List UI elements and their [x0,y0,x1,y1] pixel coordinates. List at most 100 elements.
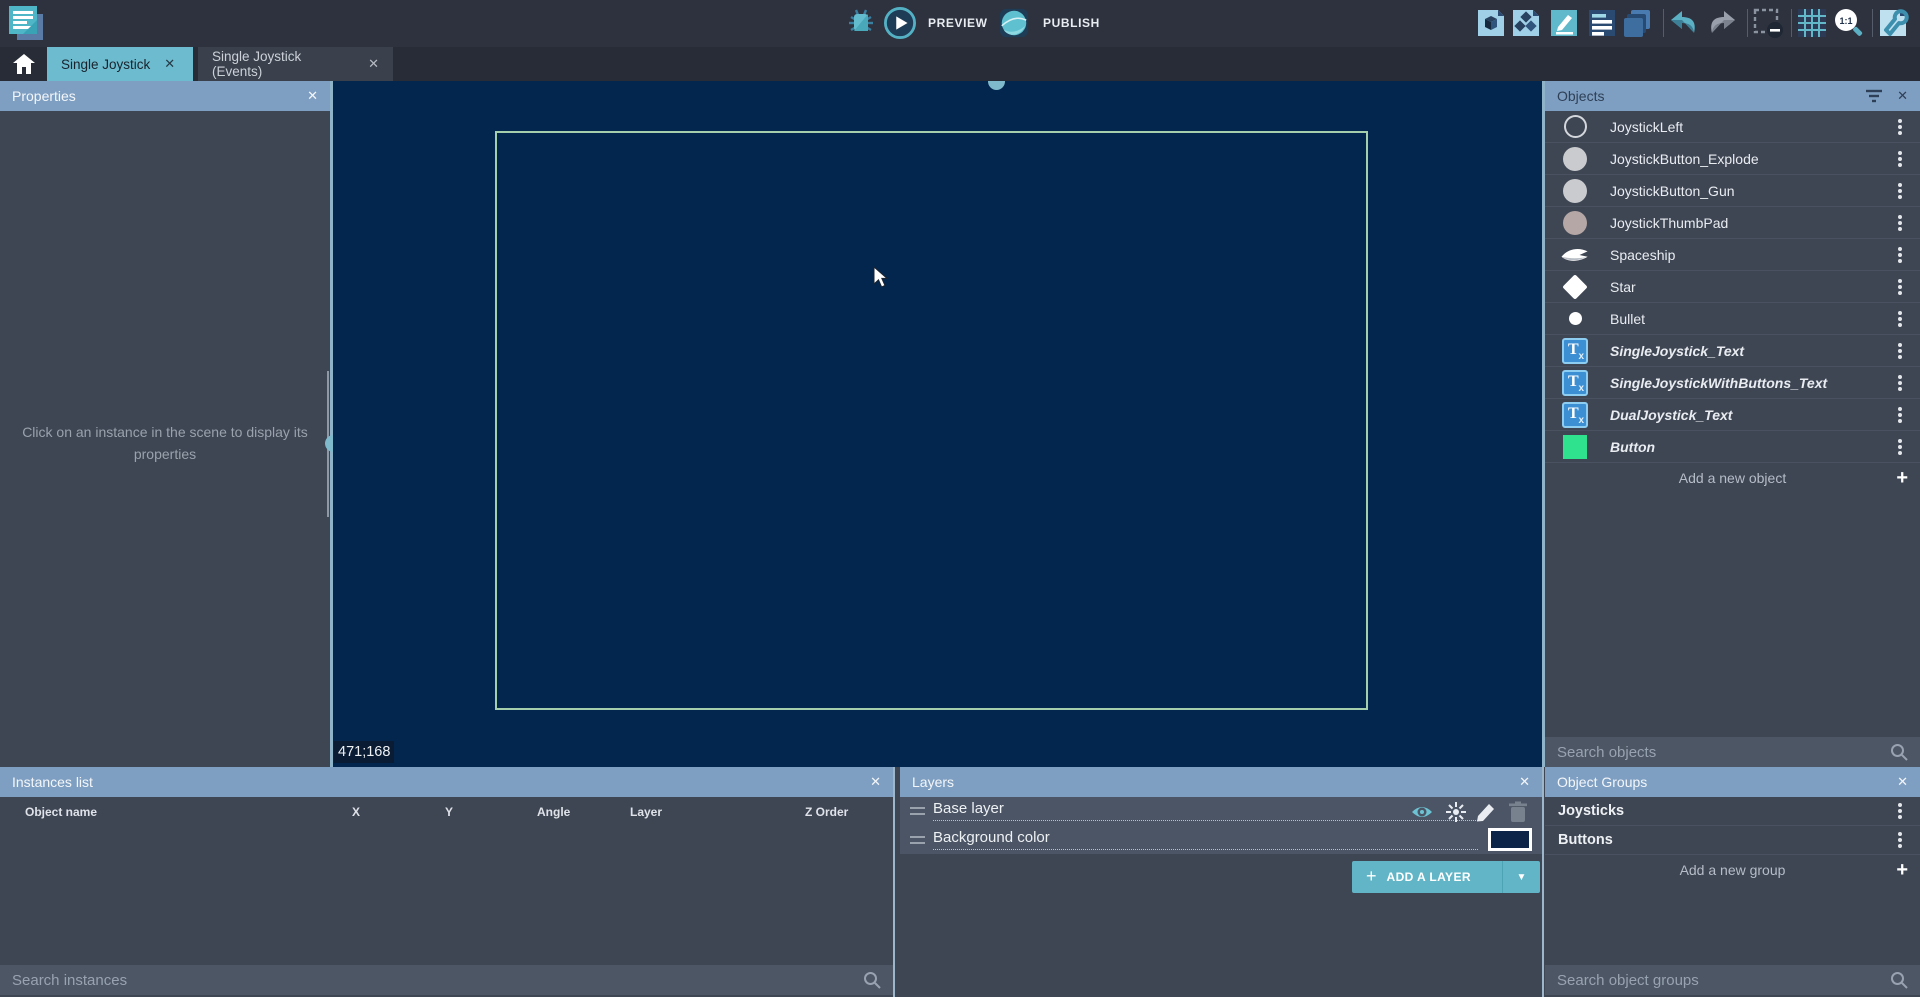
layers-panel: Layers ✕ Base layer Background color [900,767,1542,997]
drag-handle-icon[interactable] [910,836,925,844]
object-menu-icon[interactable] [1898,381,1902,385]
mouse-cursor [873,266,889,289]
plus-icon: + [1366,866,1377,887]
object-row[interactable]: DualJoystick_Text [1545,399,1920,431]
panel-splitter[interactable] [893,767,895,997]
group-menu-icon[interactable] [1898,809,1902,813]
search-icon [863,971,881,989]
layer-edit-pencil-icon[interactable] [1474,800,1498,824]
close-icon[interactable]: ✕ [1519,774,1530,790]
object-menu-icon[interactable] [1898,253,1902,257]
object-menu-icon[interactable] [1898,349,1902,353]
object-menu-icon[interactable] [1898,317,1902,321]
object-row[interactable]: SingleJoystickWithButtons_Text [1545,367,1920,399]
object-row[interactable]: Button [1545,431,1920,463]
object-menu-icon[interactable] [1898,157,1902,161]
plus-icon: + [1896,467,1908,490]
object-row[interactable]: JoystickButton_Gun [1545,175,1920,207]
object-menu-icon[interactable] [1898,125,1902,129]
settings-wrench-icon[interactable] [1877,7,1909,39]
object-row[interactable]: Star [1545,271,1920,303]
filter-icon[interactable] [1865,89,1883,103]
object-menu-icon[interactable] [1898,189,1902,193]
open-layers-panel-icon[interactable] [1621,7,1653,39]
grid-icon[interactable] [1796,7,1828,39]
object-row[interactable]: JoystickButton_Explode [1545,143,1920,175]
layer-effects-icon[interactable] [1444,800,1468,824]
gray-circle-icon [1563,179,1587,203]
object-row[interactable]: SingleJoystick_Text [1545,335,1920,367]
group-menu-icon[interactable] [1898,838,1902,842]
toolbar-separator [1663,9,1664,37]
tab-single-joystick-events[interactable]: Single Joystick (Events) ✕ [198,47,393,81]
close-icon[interactable]: ✕ [1897,774,1908,790]
object-row[interactable]: Spaceship [1545,239,1920,271]
group-row[interactable]: Joysticks [1545,797,1920,826]
tab-close-icon[interactable]: ✕ [164,56,175,72]
object-row[interactable]: Bullet [1545,303,1920,335]
top-toolbar: PREVIEW PUBLISH [0,0,1920,47]
open-properties-panel-icon[interactable] [1548,7,1580,39]
search-instances-bar [0,965,893,995]
column-angle: Angle [537,805,570,819]
search-object-groups-input[interactable] [1545,972,1890,989]
publish-globe-icon[interactable] [998,7,1030,39]
drag-handle-icon[interactable] [910,807,925,815]
object-menu-icon[interactable] [1898,413,1902,417]
redo-icon[interactable] [1706,7,1738,39]
search-objects-input[interactable] [1545,744,1890,761]
delete-selection-icon[interactable] [1752,7,1784,39]
preview-play-icon[interactable] [884,7,916,39]
green-square-icon [1563,435,1587,459]
open-instances-list-icon[interactable] [1586,7,1618,39]
gray-circle-icon [1563,147,1587,171]
open-objects-panel-icon[interactable] [1475,7,1507,39]
column-z-order: Z Order [805,805,848,819]
publish-button[interactable]: PUBLISH [1043,16,1100,30]
close-icon[interactable]: ✕ [870,774,881,790]
canvas-resize-handle[interactable] [988,81,1005,90]
home-icon[interactable] [12,53,36,75]
column-layer: Layer [630,805,662,819]
background-color-swatch[interactable] [1488,828,1532,851]
add-new-object-button[interactable]: Add a new object + [1545,463,1920,493]
instances-list-panel: Instances list ✕ Object name X Y Angle L… [0,767,893,997]
debugger-icon[interactable] [845,7,877,39]
tab-close-icon[interactable]: ✕ [368,56,379,72]
undo-icon[interactable] [1668,7,1700,39]
layer-delete-trash-icon[interactable] [1506,800,1530,824]
object-menu-icon[interactable] [1898,285,1902,289]
app-menu-icon[interactable] [9,6,43,40]
open-object-groups-panel-icon[interactable] [1510,7,1542,39]
layer-visibility-eye-icon[interactable] [1410,800,1434,824]
game-window-border [495,131,1368,710]
properties-panel-header: Properties ✕ [0,81,330,111]
zoom-1-1-icon[interactable]: 1:1 [1832,7,1864,39]
layer-name-field[interactable]: Base layer [933,800,1478,821]
search-object-groups-bar [1545,965,1920,995]
preview-button[interactable]: PREVIEW [928,16,988,30]
layer-row-base[interactable]: Base layer [900,797,1542,826]
scene-canvas[interactable]: 471;168 [333,81,1542,767]
mouse-coordinates: 471;168 [334,741,394,763]
object-menu-icon[interactable] [1898,445,1902,449]
add-new-group-button[interactable]: Add a new group + [1545,855,1920,885]
layer-row-background-color[interactable]: Background color [900,826,1542,854]
instances-panel-header: Instances list ✕ [0,767,893,797]
text-object-icon [1562,338,1588,364]
object-menu-icon[interactable] [1898,221,1902,225]
thumbpad-circle-icon [1563,211,1587,235]
background-color-field[interactable]: Background color [933,829,1478,850]
panel-splitter[interactable] [1542,767,1544,997]
object-row[interactable]: JoystickLeft [1545,111,1920,143]
properties-panel: Properties ✕ Click on an instance in the… [0,81,330,767]
column-object-name: Object name [25,805,97,819]
search-instances-input[interactable] [0,972,863,989]
add-a-layer-button[interactable]: + ADD A LAYER ▼ [1352,861,1540,893]
tab-single-joystick[interactable]: Single Joystick ✕ [47,47,193,81]
group-row[interactable]: Buttons [1545,826,1920,855]
object-row[interactable]: JoystickThumbPad [1545,207,1920,239]
close-icon[interactable]: ✕ [307,88,318,104]
add-layer-dropdown-arrow[interactable]: ▼ [1502,861,1540,893]
close-icon[interactable]: ✕ [1897,88,1908,104]
